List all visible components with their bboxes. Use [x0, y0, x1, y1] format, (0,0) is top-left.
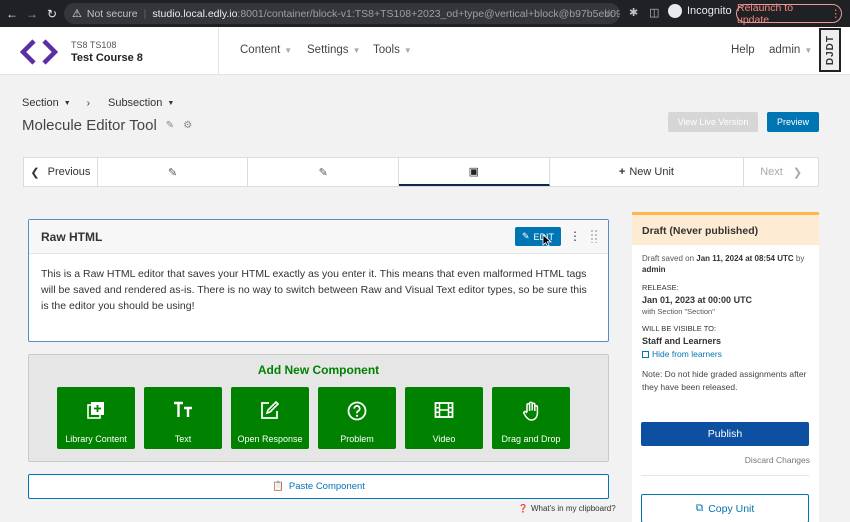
- course-name: Test Course 8: [71, 52, 143, 64]
- publish-status-title: Draft (Never published): [632, 215, 819, 245]
- user-menu[interactable]: admin ▼: [769, 44, 812, 56]
- copy-icon: ⧉: [695, 502, 704, 514]
- caret-down-icon: ▼: [63, 99, 71, 107]
- book-icon: ▣: [468, 165, 480, 178]
- question-circle-icon: ❓: [518, 504, 528, 513]
- view-live-button[interactable]: View Live Version: [668, 112, 758, 132]
- checkbox-icon: [642, 350, 649, 358]
- pencil-icon[interactable]: ✎: [166, 120, 174, 131]
- chevron-right-icon: ›: [86, 97, 90, 109]
- add-video-button[interactable]: Video: [405, 387, 483, 449]
- chevron-down-icon: ▼: [403, 46, 412, 55]
- incognito-icon: [668, 4, 682, 18]
- breadcrumb-subsection[interactable]: Subsection: [108, 97, 162, 109]
- bookmark-star-icon[interactable]: ☆: [604, 7, 614, 20]
- add-component-panel: Add New Component Library Content Text O…: [28, 354, 609, 462]
- release-label: RELEASE:: [642, 283, 679, 292]
- add-component-title: Add New Component: [257, 363, 380, 377]
- new-unit-button[interactable]: + New Unit: [550, 158, 745, 186]
- plus-icon: +: [618, 166, 626, 178]
- previous-button[interactable]: ❮ Previous: [24, 158, 98, 186]
- preview-button[interactable]: Preview: [767, 112, 819, 132]
- edly-logo-icon[interactable]: [20, 39, 58, 65]
- side-panel-icon[interactable]: ◫: [649, 6, 659, 19]
- add-library-content-button[interactable]: Library Content: [57, 387, 135, 449]
- menu-content[interactable]: Content ▼: [240, 44, 292, 56]
- publish-button[interactable]: Publish: [641, 422, 809, 446]
- unit-navigation: ❮ Previous ✎ ✎ ▣ + New Unit Next ❯: [23, 157, 819, 187]
- add-text-button[interactable]: Text: [144, 387, 222, 449]
- add-problem-button[interactable]: Problem: [318, 387, 396, 449]
- visibility-label: WILL BE VISIBLE TO:: [642, 324, 717, 333]
- help-link[interactable]: Help: [731, 44, 755, 56]
- reload-icon[interactable]: ↻: [44, 7, 60, 21]
- component-raw-html: Raw HTML ✎ EDIT ⋮ This is a Raw HTML edi…: [28, 219, 609, 342]
- text-icon: [174, 401, 192, 417]
- debug-toolbar-handle[interactable]: DJDT: [819, 28, 841, 72]
- pencil-icon: ✎: [521, 231, 530, 241]
- course-info[interactable]: TS8 TS108 Test Course 8: [71, 39, 143, 65]
- chevron-down-icon: ▼: [804, 46, 813, 55]
- browser-toolbar: ← → ↻ ⚠ Not secure | studio.local.edly.i…: [0, 0, 850, 27]
- unit-tab-1[interactable]: ✎: [98, 158, 249, 186]
- edit-square-icon: ✎: [318, 166, 328, 179]
- paste-component-button[interactable]: 📋 Paste Component: [28, 474, 609, 499]
- chevron-left-icon: ❮: [30, 166, 40, 179]
- menu-tools[interactable]: Tools ▼: [373, 44, 412, 56]
- forward-icon[interactable]: →: [24, 7, 40, 21]
- edit-square-icon: [261, 401, 280, 419]
- url-path: :8001/container/block-v1:TS8+TS108+2023_…: [237, 7, 620, 20]
- release-note: with Section "Section": [642, 307, 715, 316]
- gear-icon[interactable]: ⚙: [183, 120, 192, 131]
- chevron-down-icon: ▼: [352, 46, 361, 55]
- breadcrumb-section[interactable]: Section: [22, 97, 59, 109]
- draft-saved-info: Draft saved on Jan 11, 2024 at 08:54 UTC…: [642, 254, 805, 274]
- question-circle-icon: [347, 401, 367, 421]
- release-date: Jan 01, 2023 at 00:00 UTC: [642, 295, 753, 305]
- component-title: Raw HTML: [41, 230, 103, 244]
- drag-handle-icon[interactable]: [590, 229, 598, 243]
- chevron-down-icon: ▼: [284, 46, 293, 55]
- hide-from-learners-checkbox[interactable]: Hide from learners: [642, 349, 809, 359]
- more-actions-icon[interactable]: ⋮: [569, 229, 581, 243]
- clipboard-help-link[interactable]: ❓ What's in my clipboard?: [518, 504, 616, 513]
- course-org: TS8 TS108: [71, 40, 117, 50]
- paste-icon: 📋: [272, 481, 284, 492]
- back-icon[interactable]: ←: [4, 7, 20, 21]
- next-button[interactable]: Next ❯: [744, 158, 819, 186]
- more-vert-icon: ⋮: [830, 7, 842, 20]
- studio-header: TS8 TS108 Test Course 8 Content ▼ Setting…: [0, 27, 850, 75]
- mouse-cursor-icon: [542, 234, 552, 247]
- not-secure-label: Not secure: [86, 7, 138, 20]
- address-bar[interactable]: ⚠ Not secure | studio.local.edly.io:8001…: [64, 3, 620, 24]
- publish-status-sidebar: Draft (Never published) Draft saved on J…: [632, 212, 819, 522]
- warning-icon: ⚠: [72, 8, 82, 20]
- chevron-right-icon: ❯: [792, 166, 803, 179]
- hand-pointer-icon: [523, 401, 539, 421]
- unit-tab-current[interactable]: ▣: [399, 158, 550, 186]
- visibility-value: Staff and Learners: [642, 336, 722, 346]
- page-title: Molecule Editor Tool ✎ ⚙: [22, 117, 193, 134]
- url-host: studio.local.edly.io: [152, 7, 238, 20]
- library-add-icon: [87, 402, 104, 419]
- component-content: This is a Raw HTML editor that saves you…: [41, 268, 587, 312]
- breadcrumb: Section ▼ › Subsection ▼: [22, 97, 174, 109]
- incognito-indicator[interactable]: Incognito: [668, 4, 732, 18]
- copy-unit-button[interactable]: ⧉ Copy Unit: [641, 494, 809, 522]
- component-header: Raw HTML ✎ EDIT ⋮: [29, 220, 608, 254]
- graded-note: Note: Do not hide graded assignments aft…: [642, 369, 807, 392]
- relaunch-button[interactable]: Relaunch to update ⋮: [736, 2, 842, 26]
- unit-tab-2[interactable]: ✎: [248, 158, 400, 186]
- edit-button[interactable]: ✎ EDIT: [515, 227, 561, 246]
- add-open-response-button[interactable]: Open Response: [231, 387, 309, 449]
- menu-settings[interactable]: Settings ▼: [307, 44, 360, 56]
- film-icon: [434, 402, 454, 418]
- extensions-icon[interactable]: ✱: [629, 6, 638, 19]
- discard-changes-link[interactable]: Discard Changes: [632, 455, 810, 465]
- add-drag-and-drop-button[interactable]: Drag and Drop: [492, 387, 570, 449]
- caret-down-icon: ▼: [167, 99, 175, 107]
- edit-square-icon: ✎: [168, 166, 178, 179]
